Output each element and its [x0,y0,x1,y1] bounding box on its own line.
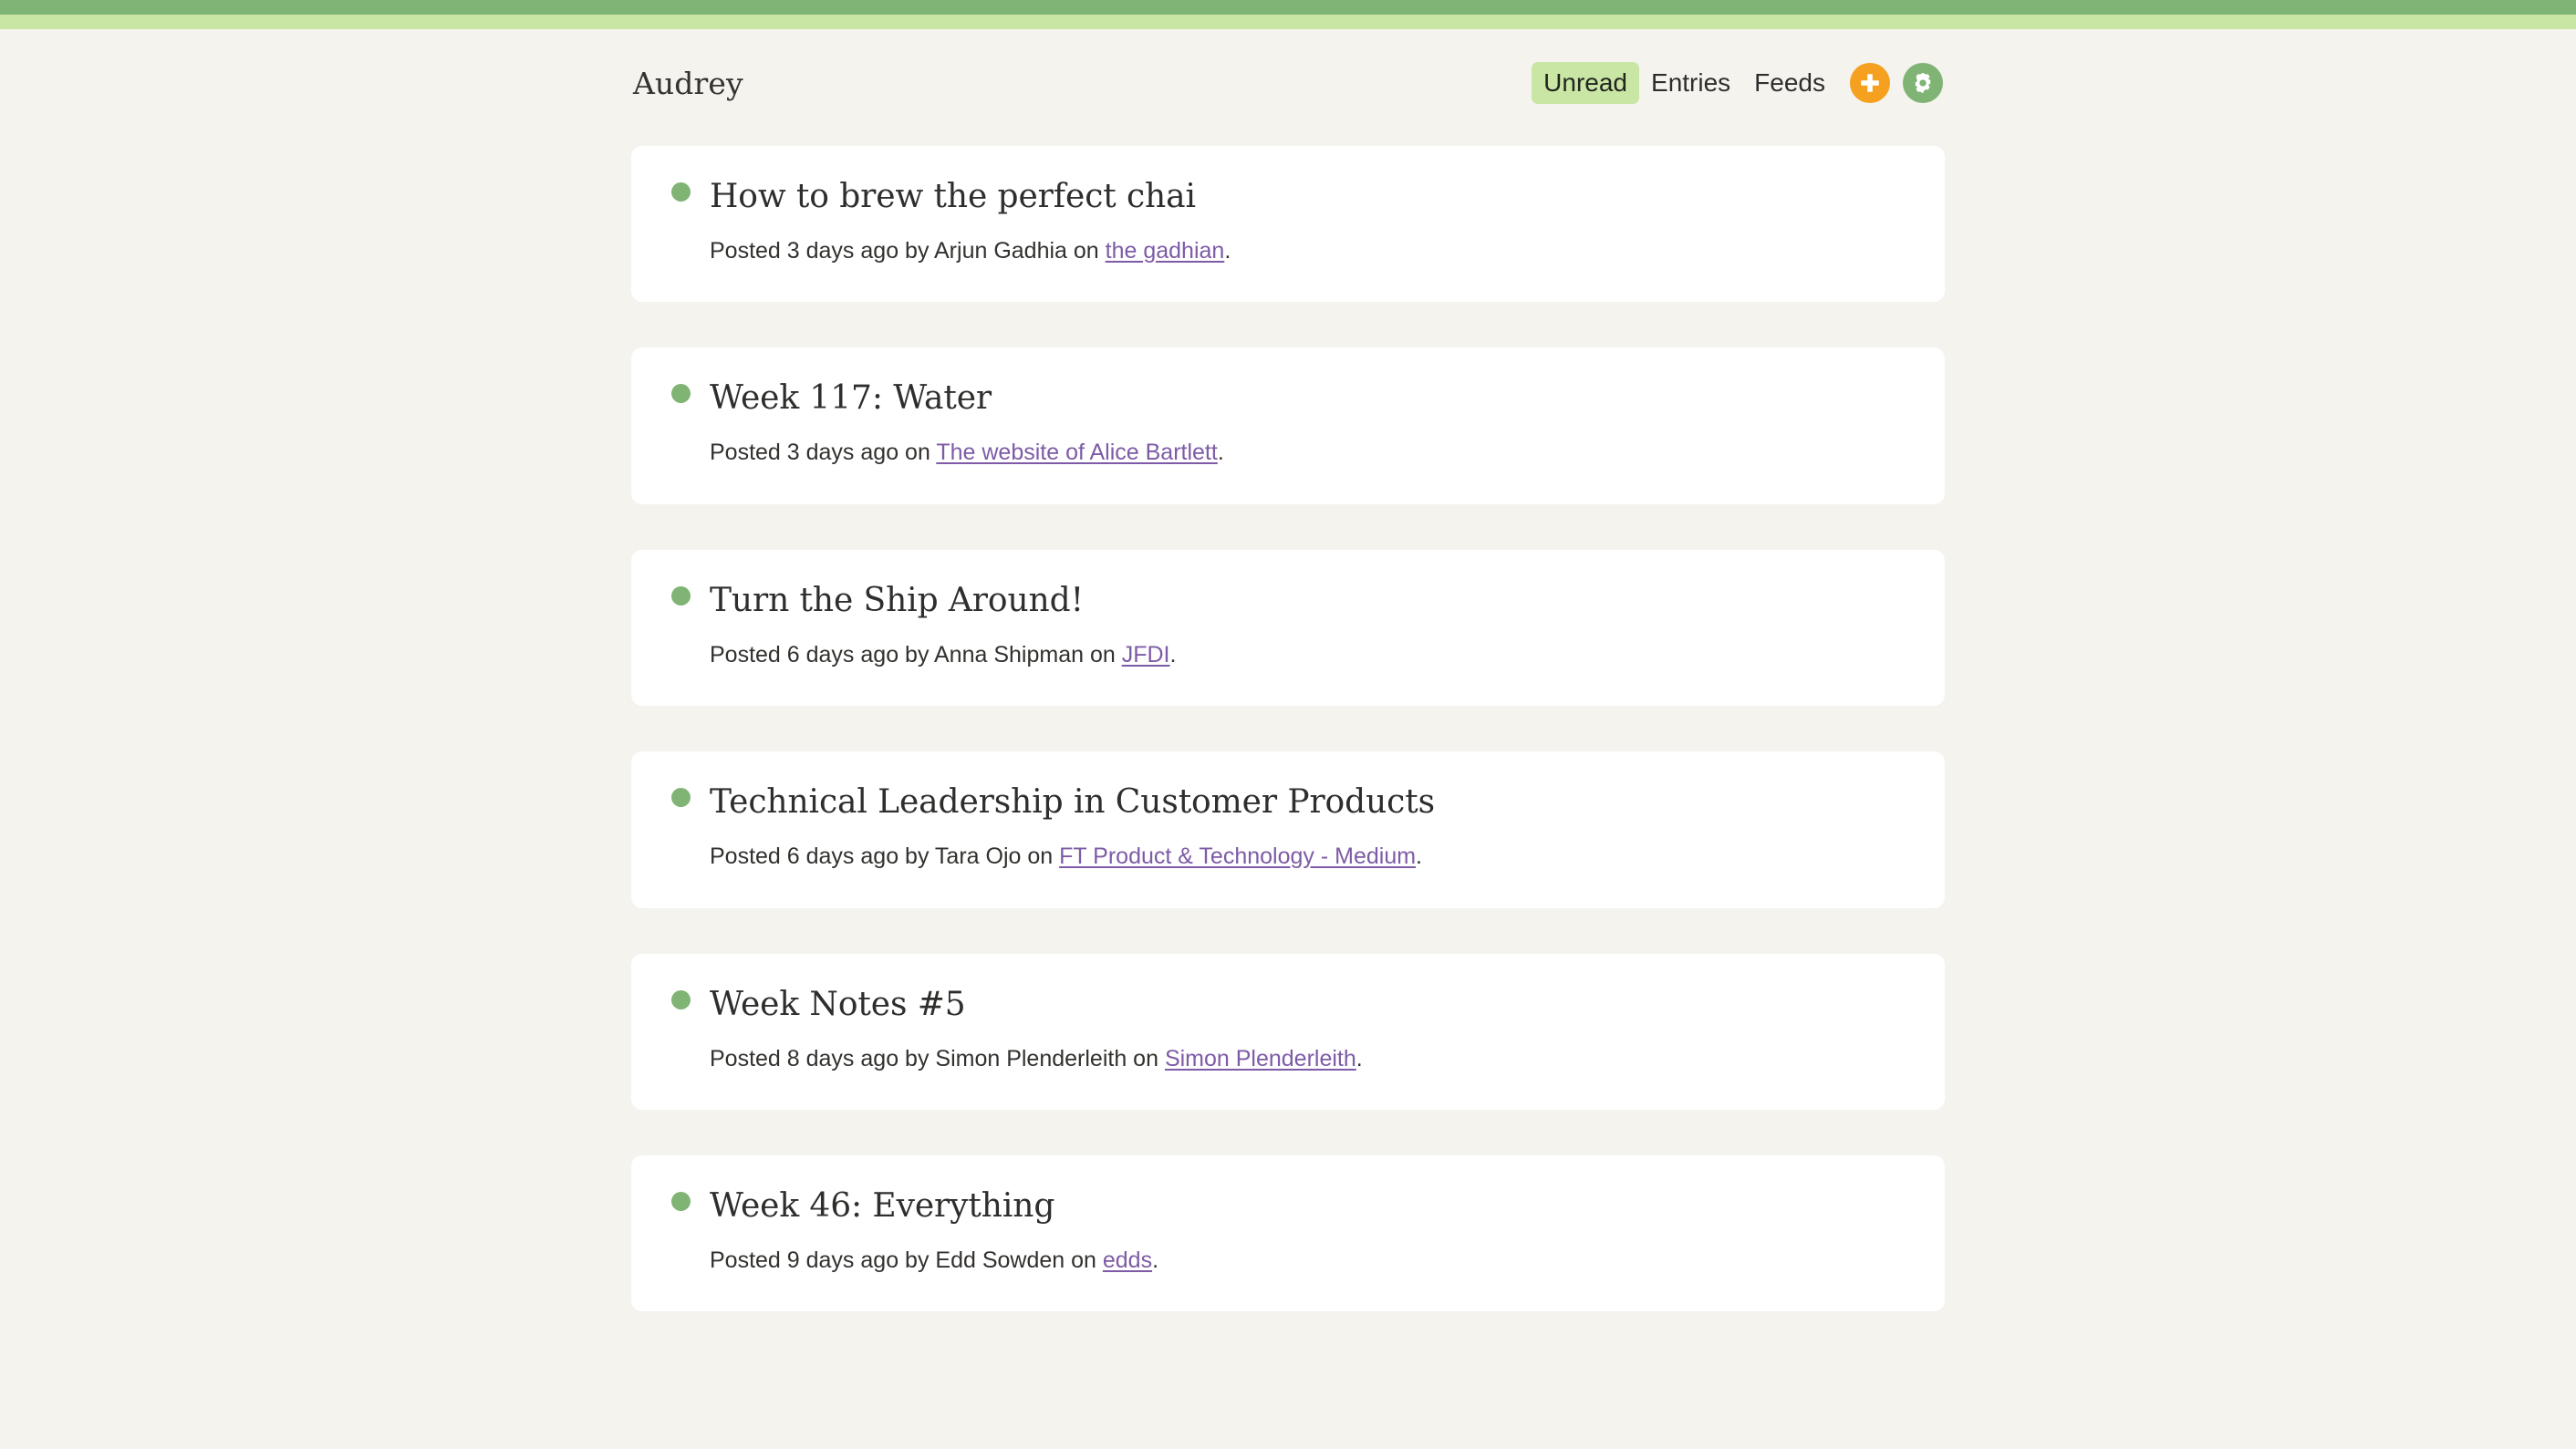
entry-card[interactable]: Week Notes #5 Posted 8 days ago by Simon… [631,953,1945,1111]
entry-meta-suffix: . [1152,1247,1159,1273]
top-stripe-dark [0,0,2576,15]
entry-header: Turn the Ship Around! [671,581,1905,621]
entry-feed-link[interactable]: JFDI [1122,642,1170,668]
top-stripe-light [0,15,2576,29]
entry-card[interactable]: Technical Leadership in Customer Product… [631,751,1945,908]
entry-meta-prefix: Posted 6 days ago by Anna Shipman on [710,641,1122,668]
entry-feed-link[interactable]: Simon Plenderleith [1165,1046,1356,1071]
entry-meta: Posted 9 days ago by Edd Sowden on edds. [710,1246,1905,1276]
unread-indicator-dot [671,989,691,1009]
gear-icon [1911,71,1935,95]
nav-entries[interactable]: Entries [1639,62,1742,103]
nav-unread[interactable]: Unread [1532,62,1640,104]
unread-indicator-dot [671,182,691,202]
plus-icon [1858,71,1882,95]
page-title: Audrey [633,65,743,101]
entry-title[interactable]: How to brew the perfect chai [710,177,1196,217]
entry-meta: Posted 8 days ago by Simon Plenderleith … [710,1044,1905,1074]
add-feed-button[interactable] [1850,62,1890,103]
entry-meta-prefix: Posted 6 days ago by Tara Ojo on [710,844,1060,870]
entry-header: How to brew the perfect chai [671,177,1905,217]
entry-meta-suffix: . [1217,440,1224,466]
main-nav: Unread Entries Feeds [1532,62,1943,104]
entry-title[interactable]: Week Notes #5 [710,985,966,1025]
entry-meta: Posted 6 days ago by Tara Ojo on FT Prod… [710,842,1905,872]
entry-card[interactable]: How to brew the perfect chai Posted 3 da… [631,146,1945,303]
entry-header: Week 117: Water [671,378,1905,419]
entry-meta: Posted 3 days ago by Arjun Gadhia on the… [710,236,1905,266]
entry-feed-link[interactable]: FT Product & Technology - Medium [1059,844,1416,869]
entry-header: Week 46: Everything [671,1186,1905,1226]
entry-title[interactable]: Turn the Ship Around! [710,581,1084,621]
entry-meta-suffix: . [1356,1045,1363,1071]
entry-header: Technical Leadership in Customer Product… [671,782,1905,823]
entry-meta-prefix: Posted 3 days ago by Arjun Gadhia on [710,237,1106,264]
entry-meta-prefix: Posted 9 days ago by Edd Sowden on [710,1247,1103,1273]
entry-header: Week Notes #5 [671,985,1905,1025]
nav-feeds[interactable]: Feeds [1742,62,1837,103]
entry-card[interactable]: Week 117: Water Posted 3 days ago on The… [631,347,1945,504]
entry-meta: Posted 6 days ago by Anna Shipman on JFD… [710,640,1905,670]
unread-indicator-dot [671,1192,691,1212]
entry-meta-prefix: Posted 8 days ago by Simon Plenderleith … [710,1045,1165,1071]
entry-card[interactable]: Turn the Ship Around! Posted 6 days ago … [631,549,1945,707]
page-container: Audrey Unread Entries Feeds How to brew … [631,29,1945,1312]
entry-list: How to brew the perfect chai Posted 3 da… [631,146,1945,1312]
unread-indicator-dot [671,384,691,404]
site-header: Audrey Unread Entries Feeds [631,53,1945,113]
unread-indicator-dot [671,585,691,605]
entry-feed-link[interactable]: The website of Alice Bartlett [936,440,1217,465]
entry-card[interactable]: Week 46: Everything Posted 9 days ago by… [631,1155,1945,1312]
entry-title[interactable]: Week 46: Everything [710,1186,1054,1226]
entry-meta-prefix: Posted 3 days ago on [710,440,937,466]
entry-meta-suffix: . [1169,641,1177,668]
entry-meta: Posted 3 days ago on The website of Alic… [710,438,1905,468]
entry-feed-link[interactable]: edds [1103,1247,1152,1273]
entry-meta-suffix: . [1224,237,1231,264]
entry-title[interactable]: Technical Leadership in Customer Product… [710,782,1435,823]
entry-title[interactable]: Week 117: Water [710,378,992,419]
entry-meta-suffix: . [1416,844,1422,870]
settings-button[interactable] [1903,62,1943,103]
entry-feed-link[interactable]: the gadhian [1106,238,1225,264]
unread-indicator-dot [671,788,691,808]
